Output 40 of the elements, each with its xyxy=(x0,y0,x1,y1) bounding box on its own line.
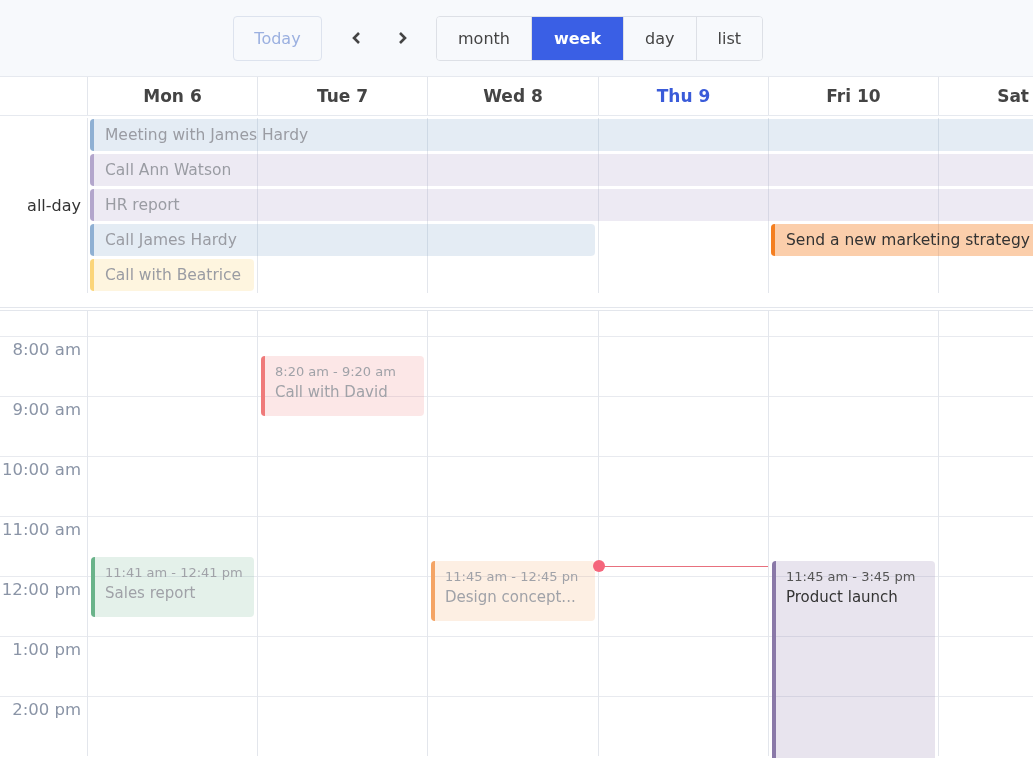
all-day-event[interactable]: Call with Beatrice xyxy=(90,259,254,291)
event-title: Call with Beatrice xyxy=(105,266,242,284)
event-card[interactable]: 11:41 am - 12:41 pm Sales report xyxy=(91,557,254,617)
all-day-event[interactable]: Call James Hardy xyxy=(90,224,595,256)
event-title: Meeting with James Hardy xyxy=(105,126,309,144)
event-title: HR report xyxy=(105,196,180,214)
event-title: Sales report xyxy=(105,583,197,603)
time-label: 1:00 pm xyxy=(12,640,81,661)
time-label: 12:00 pm xyxy=(1,580,81,601)
day-heading: Fri 10 xyxy=(826,86,881,106)
all-day-event[interactable]: Send a new marketing strategy xyxy=(771,224,1033,256)
view-tab[interactable]: list xyxy=(695,16,762,60)
event-time: 11:45 am - 12:45 pn xyxy=(445,568,580,586)
event-title: Design concept... xyxy=(445,587,577,607)
event-time: 8:20 am - 9:20 am xyxy=(275,363,397,381)
day-heading: Thu 9 xyxy=(656,86,711,106)
event-title: Send a new marketing strategy xyxy=(786,231,1030,249)
day-heading: Mon 6 xyxy=(143,86,202,106)
time-label: 8:00 am xyxy=(12,340,81,361)
event-card[interactable]: 8:20 am - 9:20 am Call with David xyxy=(261,356,424,416)
all-day-event[interactable]: Call Ann Watson xyxy=(90,154,1033,186)
all-day-label: all-day xyxy=(27,196,81,215)
view-tab[interactable]: week xyxy=(530,16,624,60)
event-time: 11:41 am - 12:41 pm xyxy=(105,564,244,582)
event-title: Call with David xyxy=(275,382,389,402)
event-title: Call James Hardy xyxy=(105,231,237,249)
event-title: Product launch xyxy=(786,587,899,607)
all-day-event[interactable]: HR report xyxy=(90,189,1033,221)
day-heading: Tue 7 xyxy=(316,86,369,106)
day-heading: Sat xyxy=(997,86,1029,106)
event-card[interactable]: 11:45 am - 12:45 pn Design concept... xyxy=(431,561,595,621)
time-label: 2:00 pm xyxy=(12,700,81,721)
time-label: 11:00 am xyxy=(2,520,81,541)
event-card[interactable]: 11:45 am - 3:45 pm Product launch xyxy=(772,561,935,758)
time-label: 10:00 am xyxy=(2,460,81,481)
time-label: 9:00 am xyxy=(12,400,81,421)
event-title: Call Ann Watson xyxy=(105,161,232,179)
day-heading: Wed 8 xyxy=(483,86,543,106)
all-day-event[interactable]: Meeting with James Hardy xyxy=(90,119,1033,151)
event-time: 11:45 am - 3:45 pm xyxy=(786,568,917,586)
